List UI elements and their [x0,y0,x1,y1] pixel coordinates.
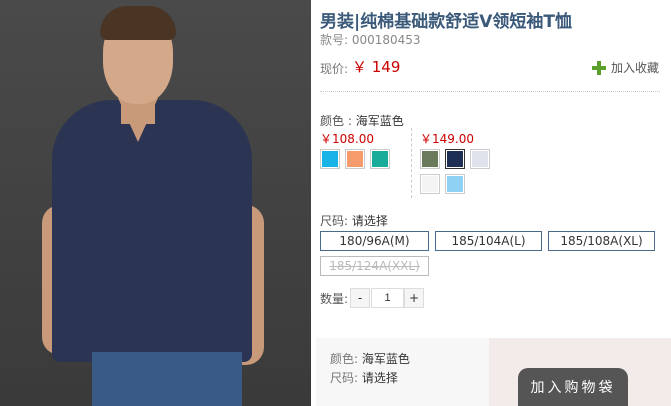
size-option-xxl[interactable]: 185/124A(XXL) [320,256,429,276]
size-option-m[interactable]: 180/96A(M) [320,231,429,251]
color-group1-price: ￥108.00 [320,132,374,146]
product-photo [0,0,311,406]
color-swatch-olive[interactable] [420,149,440,169]
product-sku: 款号: 000180453 [320,33,421,47]
color-swatch-teal[interactable] [370,149,390,169]
summary-color: 颜色: 海军蓝色 [330,350,410,367]
quantity-plus-button[interactable]: + [404,288,424,308]
product-title: 男装|纯棉基础款舒适V领短袖T恤 [320,12,572,32]
swatch-fill [347,151,363,167]
color-swatch-light-blue[interactable] [445,174,465,194]
model-jeans [92,352,242,406]
plus-icon [592,60,606,75]
summary-size-label: 尺码: [330,371,359,385]
color-swatch-white[interactable] [420,174,440,194]
color-selected: 海军蓝色 [355,114,404,128]
color-swatch-navy[interactable] [445,149,465,169]
color-label: 颜色 : [320,114,352,128]
summary-color-label: 颜色: [330,352,359,366]
color-swatch-orange[interactable] [345,149,365,169]
size-label: 尺码: [320,214,349,228]
model-hair [100,6,176,40]
color-group2-price: ￥149.00 [420,132,474,146]
quantity-label: 数量: [320,292,349,306]
color-swatch-light-gray[interactable] [470,149,490,169]
summary-size: 尺码: 请选择 [330,369,398,386]
quantity-minus-button[interactable]: - [350,288,370,308]
swatch-fill [472,151,488,167]
size-row: 尺码: 请选择 [320,212,388,229]
quantity-input[interactable] [371,288,404,308]
size-option-xl[interactable]: 185/108A(XL) [548,231,655,251]
divider-line [320,91,660,92]
swatch-fill [447,176,463,192]
add-to-bag-button[interactable]: 加入购物袋 [518,368,628,406]
model-v-neck [118,98,158,142]
summary-size-value: 请选择 [361,371,398,385]
swatch-fill [422,151,438,167]
swatch-fill [372,151,388,167]
add-to-favorites-button[interactable]: 加入收藏 [592,59,659,76]
price-value: ￥ 149 [352,58,401,76]
color-swatch-sky-blue[interactable] [320,149,340,169]
price-label: 现价: [320,62,349,76]
size-option-l[interactable]: 185/104A(L) [435,231,542,251]
swatch-fill [322,151,338,167]
size-prompt: 请选择 [351,214,388,228]
swatch-fill [447,151,463,167]
color-group-divider [411,128,412,198]
favorites-label: 加入收藏 [611,61,660,75]
summary-color-value: 海军蓝色 [361,352,410,366]
color-row: 颜色 : 海军蓝色 [320,112,404,129]
swatch-fill [422,176,438,192]
